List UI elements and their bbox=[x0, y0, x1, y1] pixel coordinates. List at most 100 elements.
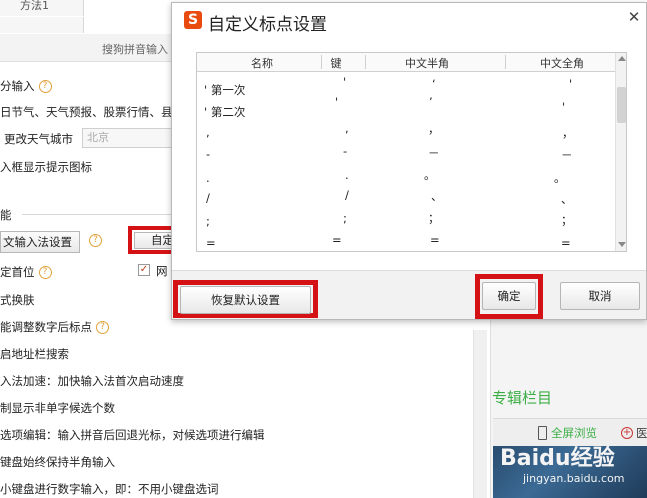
punctuation-table: 名称 键 中文半角 中文全角 ' 第一次 ' ‘ ' ' 第二次 ' ’ ' , bbox=[196, 52, 627, 252]
cell-key: - bbox=[343, 144, 348, 158]
column-divider[interactable] bbox=[321, 55, 322, 69]
watermark-url: jingyan.baidu.com bbox=[523, 472, 625, 485]
cell-name: ' 第二次 bbox=[204, 105, 246, 119]
option-label: 能调整数字后标点 bbox=[0, 320, 92, 334]
album-column-title[interactable]: 专辑栏目 bbox=[492, 387, 552, 408]
dialog-header: S 自定义标点设置 ✕ bbox=[172, 3, 646, 37]
cell-name: , bbox=[206, 125, 210, 139]
scroll-up-icon[interactable] bbox=[618, 56, 626, 61]
cell-name: / bbox=[206, 191, 210, 205]
help-icon[interactable]: ? bbox=[96, 321, 109, 334]
setting-row-fen-input: 分输入? bbox=[0, 78, 52, 94]
option-label: 键盘始终保持半角输入 bbox=[0, 455, 115, 469]
cell-full: ' bbox=[562, 100, 566, 114]
help-icon[interactable]: ? bbox=[38, 80, 52, 93]
scroll-thumb[interactable] bbox=[617, 87, 626, 123]
option-row: 小键盘进行数字输入，即：不用小键盘选词 bbox=[0, 481, 219, 497]
settings-title: 搜狗拼音输入 bbox=[102, 43, 168, 56]
cell-full: ， bbox=[562, 126, 574, 140]
column-header-key[interactable]: 键 bbox=[323, 55, 349, 71]
cell-half: ， bbox=[428, 122, 440, 136]
fullscreen-link[interactable]: 全屏浏览 bbox=[551, 425, 597, 441]
city-select[interactable]: 北京 bbox=[82, 128, 178, 148]
cell-half: ‘ bbox=[432, 77, 436, 91]
option-label: 选项编辑：输入拼音后回退光标，对候选项进行编辑 bbox=[0, 428, 265, 442]
net-checkbox[interactable]: ✓ bbox=[138, 264, 150, 276]
more-label: 医 bbox=[636, 426, 647, 440]
section-divider bbox=[22, 214, 172, 215]
cell-key: ; bbox=[343, 211, 347, 225]
cell-half: ； bbox=[428, 211, 440, 225]
cell-key: , bbox=[345, 121, 349, 135]
scroll-down-icon[interactable] bbox=[618, 242, 626, 247]
setting-row-first-position: 定首位? bbox=[0, 264, 52, 280]
option-label: 小键盘进行数字输入，即：不用小键盘选词 bbox=[0, 482, 219, 496]
cell-key: . bbox=[345, 168, 349, 182]
option-label: 制显示非单字候选个数 bbox=[0, 401, 115, 415]
dialog-title: 自定义标点设置 bbox=[208, 15, 327, 35]
plus-icon[interactable]: + bbox=[621, 427, 633, 439]
cell-full: 、 bbox=[561, 192, 573, 206]
watermark-logo: Baidu经验 bbox=[500, 446, 615, 471]
cell-name: . bbox=[206, 171, 210, 185]
dialog-footer: 恢复默认设置 确定 取消 bbox=[172, 270, 646, 319]
option-row: 选项编辑：输入拼音后回退光标，对候选项进行编辑 bbox=[0, 427, 265, 443]
custom-punctuation-dialog: S 自定义标点设置 ✕ 名称 键 中文半角 中文全角 ' 第一次 ' ‘ ' '… bbox=[171, 2, 647, 320]
cell-full: 。 bbox=[554, 171, 566, 185]
column-header-half[interactable]: 中文半角 bbox=[367, 55, 487, 71]
cell-name: = bbox=[206, 236, 216, 250]
setting-label: 定首位 bbox=[0, 265, 35, 279]
option-label: 启地址栏搜索 bbox=[0, 347, 69, 361]
section-label: 能 bbox=[0, 208, 12, 222]
cancel-button[interactable]: 取消 bbox=[560, 282, 640, 310]
setting-label: 分输入 bbox=[0, 79, 35, 93]
cell-key: / bbox=[345, 188, 349, 202]
cell-half: 。 bbox=[424, 168, 436, 182]
option-label: 入法加速：加快输入法首次启动速度 bbox=[0, 374, 184, 388]
ok-button[interactable]: 确定 bbox=[482, 282, 536, 310]
phone-icon bbox=[538, 426, 547, 440]
net-label: 网 bbox=[156, 264, 168, 278]
column-divider[interactable] bbox=[365, 55, 366, 69]
setting-label: 日节气、天气预报、股票行情、县 bbox=[0, 105, 173, 119]
cell-full: － bbox=[561, 148, 573, 162]
setting-row-weather: 日节气、天气预报、股票行情、县 bbox=[0, 104, 173, 120]
column-header-name[interactable]: 名称 bbox=[227, 55, 297, 71]
option-row: 入法加速：加快输入法首次启动速度 bbox=[0, 373, 184, 389]
cell-name: ' 第一次 bbox=[204, 83, 246, 97]
cell-key: ' bbox=[343, 75, 347, 89]
article-tab[interactable]: 方法1 bbox=[0, 0, 84, 16]
cell-name: ; bbox=[206, 214, 210, 228]
cell-full: ； bbox=[561, 213, 573, 227]
option-row: 启地址栏搜索 bbox=[0, 346, 69, 362]
help-icon[interactable]: ? bbox=[89, 234, 102, 247]
setting-row-input-icon: 入框显示提示图标 bbox=[0, 159, 92, 175]
table-header: 名称 键 中文半角 中文全角 bbox=[197, 53, 615, 72]
table-body: ' 第一次 ' ‘ ' ' 第二次 ' ’ ' , , ， ， - - － － … bbox=[197, 73, 615, 251]
input-method-settings-button[interactable]: 文输入法设置 bbox=[0, 231, 80, 253]
cell-key: = bbox=[332, 233, 342, 247]
option-label: 式换肤 bbox=[0, 293, 35, 307]
settings-scrollbar[interactable] bbox=[473, 330, 487, 498]
article-tab-2[interactable] bbox=[0, 17, 84, 33]
setting-label: 入框显示提示图标 bbox=[0, 160, 92, 174]
cell-name: - bbox=[206, 147, 211, 161]
restore-default-button[interactable]: 恢复默认设置 bbox=[180, 286, 311, 314]
option-row: 键盘始终保持半角输入 bbox=[0, 454, 115, 470]
city-label: 更改天气城市 bbox=[4, 132, 73, 146]
cell-full: = bbox=[561, 236, 571, 250]
column-divider[interactable] bbox=[505, 55, 506, 69]
help-icon[interactable]: ? bbox=[38, 266, 52, 279]
option-row: 能调整数字后标点? bbox=[0, 319, 109, 335]
option-row: 式换肤 bbox=[0, 292, 35, 308]
close-icon[interactable]: ✕ bbox=[626, 8, 642, 26]
column-header-full[interactable]: 中文全角 bbox=[507, 55, 617, 71]
cell-half: 、 bbox=[431, 189, 443, 203]
cell-full: ' bbox=[569, 77, 573, 91]
cell-key: ' bbox=[335, 95, 339, 109]
cell-half: － bbox=[428, 146, 440, 160]
cell-half: = bbox=[430, 233, 440, 247]
sogou-logo-icon: S bbox=[184, 11, 202, 29]
option-row: 制显示非单字候选个数 bbox=[0, 400, 115, 416]
table-scrollbar[interactable] bbox=[615, 53, 626, 251]
